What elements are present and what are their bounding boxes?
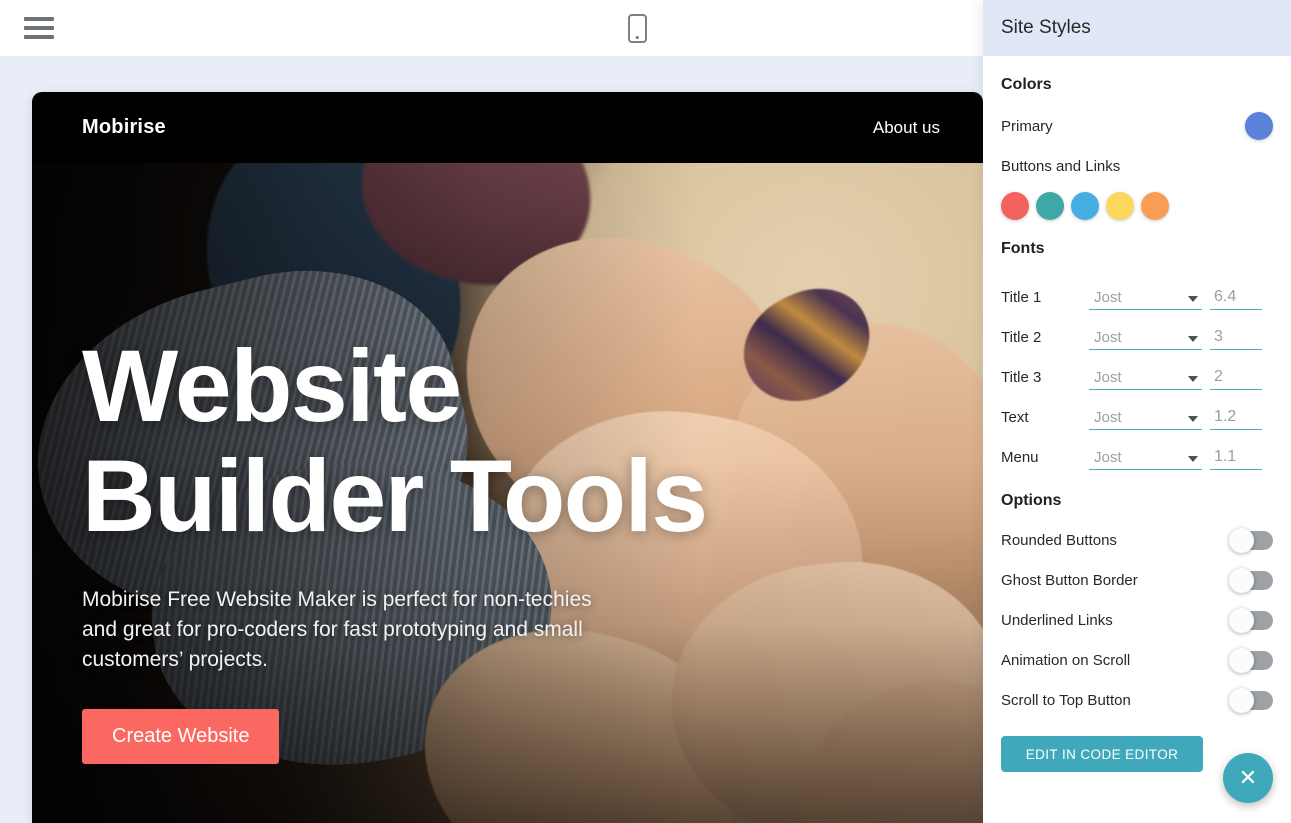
toggle-knob bbox=[1229, 528, 1254, 553]
hero-title-line-2: Builder Tools bbox=[82, 441, 782, 551]
option-toggle[interactable] bbox=[1231, 611, 1273, 630]
option-label: Animation on Scroll bbox=[1001, 652, 1231, 669]
font-family-value: Jost bbox=[1089, 369, 1202, 386]
chevron-down-icon bbox=[1188, 416, 1198, 422]
toggle-knob bbox=[1229, 688, 1254, 713]
create-website-button[interactable]: Create Website bbox=[82, 709, 279, 764]
hero-content: Website Builder Tools Mobirise Free Webs… bbox=[82, 331, 782, 764]
font-row-label: Text bbox=[1001, 409, 1089, 430]
hero-section[interactable]: Website Builder Tools Mobirise Free Webs… bbox=[32, 163, 983, 823]
nav-link-about-us[interactable]: About us bbox=[873, 118, 940, 138]
toggle-knob bbox=[1229, 568, 1254, 593]
chevron-down-icon bbox=[1188, 296, 1198, 302]
colors-section-heading: Colors bbox=[1001, 76, 1273, 94]
font-row-title-1: Title 1Jost 6.4 bbox=[1001, 270, 1273, 310]
fonts-section-heading: Fonts bbox=[1001, 240, 1273, 258]
option-toggle[interactable] bbox=[1231, 651, 1273, 670]
font-size-value: 6.4 bbox=[1210, 288, 1262, 306]
font-row-text: TextJost 1.2 bbox=[1001, 390, 1273, 430]
font-family-value: Jost bbox=[1089, 449, 1202, 466]
option-row-scroll-to-top-button: Scroll to Top Button bbox=[1001, 680, 1273, 720]
site-styles-panel: Site Styles Colors Primary Buttons and L… bbox=[983, 0, 1291, 823]
font-rows: Title 1Jost6.4Title 2Jost3Title 3Jost2Te… bbox=[1001, 270, 1273, 470]
font-size-value: 3 bbox=[1210, 328, 1262, 346]
chevron-down-icon bbox=[1188, 376, 1198, 382]
font-family-select[interactable]: Jost bbox=[1089, 409, 1202, 430]
font-family-value: Jost bbox=[1089, 409, 1202, 426]
font-row-label: Menu bbox=[1001, 449, 1089, 470]
hero-subtitle[interactable]: Mobirise Free Website Maker is perfect f… bbox=[82, 585, 622, 674]
option-toggle[interactable] bbox=[1231, 571, 1273, 590]
font-size-value: 1.1 bbox=[1210, 448, 1262, 466]
site-preview[interactable]: Mobirise About us bbox=[32, 92, 983, 823]
close-panel-button[interactable]: ✕ bbox=[1223, 753, 1273, 803]
option-toggle[interactable] bbox=[1231, 531, 1273, 550]
options-section-heading: Options bbox=[1001, 492, 1273, 510]
button-color-swatch-4[interactable] bbox=[1106, 192, 1134, 220]
button-color-swatch-2[interactable] bbox=[1036, 192, 1064, 220]
panel-body: Colors Primary Buttons and Links Fonts T… bbox=[983, 56, 1291, 772]
font-row-label: Title 2 bbox=[1001, 329, 1089, 350]
option-label: Underlined Links bbox=[1001, 612, 1231, 629]
option-toggle[interactable] bbox=[1231, 691, 1273, 710]
option-label: Scroll to Top Button bbox=[1001, 692, 1231, 709]
toggle-knob bbox=[1229, 608, 1254, 633]
option-row-ghost-button-border: Ghost Button Border bbox=[1001, 560, 1273, 600]
primary-color-swatch[interactable] bbox=[1245, 112, 1273, 140]
font-row-label: Title 3 bbox=[1001, 369, 1089, 390]
font-family-select[interactable]: Jost bbox=[1089, 369, 1202, 390]
button-color-swatch-5[interactable] bbox=[1141, 192, 1169, 220]
option-label: Ghost Button Border bbox=[1001, 572, 1231, 589]
font-row-label: Title 1 bbox=[1001, 289, 1089, 310]
font-family-select[interactable]: Jost bbox=[1089, 449, 1202, 470]
panel-header: Site Styles bbox=[983, 0, 1291, 56]
top-toolbar bbox=[0, 0, 983, 56]
panel-title: Site Styles bbox=[1001, 17, 1091, 39]
preview-navbar: Mobirise About us bbox=[32, 92, 983, 163]
primary-color-label: Primary bbox=[1001, 118, 1245, 135]
font-size-value: 1.2 bbox=[1210, 408, 1262, 426]
buttons-and-links-label: Buttons and Links bbox=[1001, 158, 1273, 175]
font-family-value: Jost bbox=[1089, 329, 1202, 346]
font-size-input[interactable]: 3 bbox=[1210, 328, 1262, 350]
primary-color-row: Primary bbox=[1001, 106, 1273, 146]
font-row-menu: MenuJost 1.1 bbox=[1001, 430, 1273, 470]
font-size-input[interactable]: 6.4 bbox=[1210, 288, 1262, 310]
font-size-input[interactable]: 2 bbox=[1210, 368, 1262, 390]
button-color-swatches bbox=[1001, 192, 1273, 220]
phone-outline bbox=[628, 14, 647, 43]
hamburger-bar bbox=[24, 17, 54, 21]
option-rows: Rounded Buttons Ghost Button Border Underl… bbox=[1001, 520, 1273, 720]
font-size-input[interactable]: 1.1 bbox=[1210, 448, 1262, 470]
hamburger-menu-icon[interactable] bbox=[24, 17, 54, 39]
chevron-down-icon bbox=[1188, 336, 1198, 342]
hamburger-bar bbox=[24, 26, 54, 30]
font-size-input[interactable]: 1.2 bbox=[1210, 408, 1262, 430]
buttons-links-label-row: Buttons and Links bbox=[1001, 146, 1273, 186]
button-color-swatch-1[interactable] bbox=[1001, 192, 1029, 220]
hero-title[interactable]: Website Builder Tools bbox=[82, 331, 782, 551]
font-family-select[interactable]: Jost bbox=[1089, 329, 1202, 350]
site-brand[interactable]: Mobirise bbox=[82, 116, 166, 139]
font-family-value: Jost bbox=[1089, 289, 1202, 306]
editor-canvas: Mobirise About us bbox=[0, 56, 983, 823]
mobile-device-icon[interactable] bbox=[620, 11, 654, 45]
edit-in-code-editor-button[interactable]: EDIT IN CODE EDITOR bbox=[1001, 736, 1203, 772]
chevron-down-icon bbox=[1188, 456, 1198, 462]
option-row-rounded-buttons: Rounded Buttons bbox=[1001, 520, 1273, 560]
font-row-title-3: Title 3Jost 2 bbox=[1001, 350, 1273, 390]
app-root: Mobirise About us bbox=[0, 0, 1291, 823]
toggle-knob bbox=[1229, 648, 1254, 673]
option-row-underlined-links: Underlined Links bbox=[1001, 600, 1273, 640]
button-color-swatch-3[interactable] bbox=[1071, 192, 1099, 220]
option-label: Rounded Buttons bbox=[1001, 532, 1231, 549]
font-family-select[interactable]: Jost bbox=[1089, 289, 1202, 310]
hero-title-line-1: Website bbox=[82, 331, 782, 441]
option-row-animation-on-scroll: Animation on Scroll bbox=[1001, 640, 1273, 680]
hamburger-bar bbox=[24, 35, 54, 39]
font-row-title-2: Title 2Jost 3 bbox=[1001, 310, 1273, 350]
font-size-value: 2 bbox=[1210, 368, 1262, 386]
